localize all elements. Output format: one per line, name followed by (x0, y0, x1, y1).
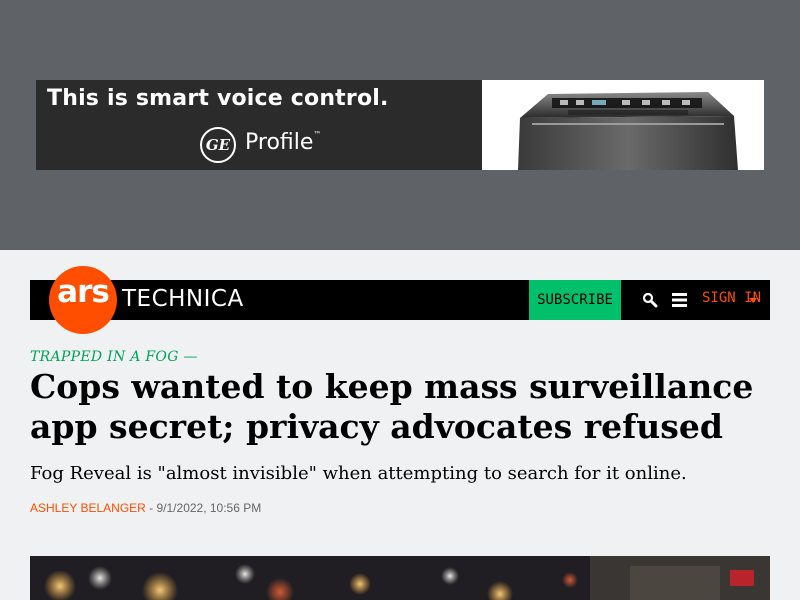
article-dek: Fog Reveal is "almost invisible" when at… (30, 463, 687, 484)
author-link[interactable]: Ashley Belanger (30, 501, 146, 515)
ad-banner[interactable]: This is smart voice control. GE Profile™ (36, 80, 764, 170)
hero-image-art (30, 556, 770, 600)
subscribe-button[interactable]: SUBSCRIBE (529, 280, 621, 320)
article-title: Cops wanted to keep mass surveillance ap… (30, 367, 754, 446)
publish-datetime: 9/1/2022, 10:56 PM (156, 501, 262, 515)
chevron-down-icon[interactable] (749, 298, 757, 303)
trademark-symbol: ™ (313, 130, 322, 139)
hero-image (30, 556, 770, 600)
washing-machine-icon (482, 80, 764, 170)
byline-separator: - (145, 501, 157, 515)
article-kicker: TRAPPED IN A FOG — (30, 349, 198, 365)
ad-brand-text: Profile (245, 130, 314, 155)
ad-brand-name: Profile™ (245, 130, 321, 155)
logo-ars-text[interactable]: ars (49, 274, 117, 310)
logo-technica-text[interactable]: TECHNICA (122, 286, 244, 312)
byline: Ashley Belanger - 9/1/2022, 10:56 PM (30, 501, 261, 515)
ad-headline: This is smart voice control. (47, 86, 389, 111)
menu-icon[interactable] (672, 293, 687, 307)
ge-logo: GE (200, 127, 236, 163)
search-icon[interactable] (642, 292, 658, 308)
